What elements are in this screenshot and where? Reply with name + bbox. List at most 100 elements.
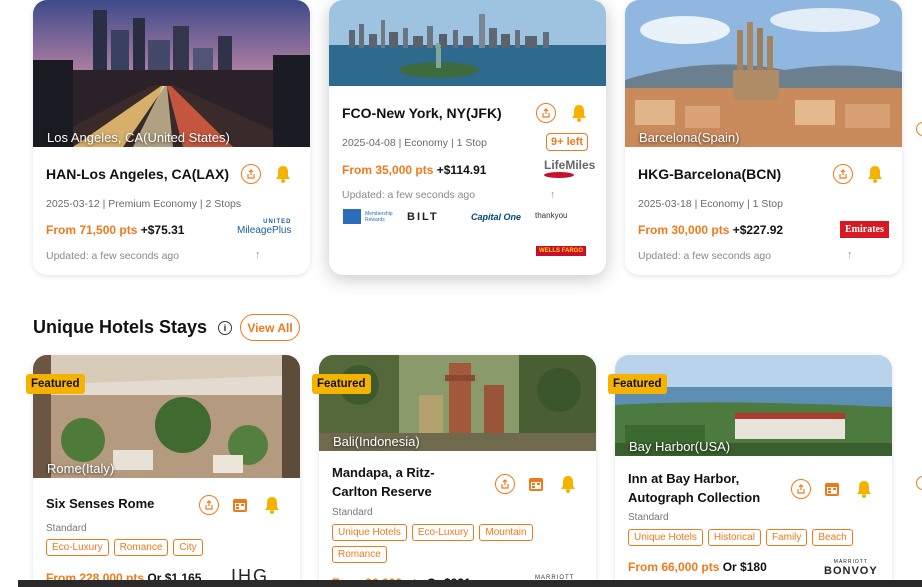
flight-card-new-york[interactable]: FCO-New York, NY(JFK) 2025-04-08 | Econo…	[329, 0, 606, 275]
view-all-button[interactable]: View All	[240, 314, 300, 341]
tag[interactable]: Eco-Luxury	[411, 524, 475, 541]
share-icon	[247, 169, 255, 179]
arrow-up-icon[interactable]: ↑	[550, 189, 556, 201]
share-icon	[205, 500, 213, 510]
citi-thankyou-logo: thankyou	[535, 211, 568, 220]
share-button[interactable]	[199, 495, 219, 515]
tag[interactable]: Beach	[812, 529, 853, 546]
seats-left-badge: 9+ left	[546, 133, 589, 151]
featured-badge: Featured	[26, 374, 85, 394]
bonvoy-logo-brand: BONVOY	[824, 565, 878, 577]
membership-rewards-logo: Membership Rewards	[365, 211, 393, 223]
updated-text: Updated: a few seconds ago	[46, 250, 180, 262]
info-icon[interactable]: i	[218, 321, 232, 335]
tag[interactable]: Eco-Luxury	[46, 539, 109, 556]
hotel-tags: Eco-Luxury Romance City	[46, 539, 286, 556]
hotel-price: From 66,000 pts Or $180	[628, 560, 767, 574]
bell-icon[interactable]	[865, 164, 885, 184]
flight-location-label: Barcelona(Spain)	[639, 130, 740, 145]
tag[interactable]: Mountain	[479, 524, 533, 541]
flight-meta: 2025-03-18 | Economy | 1 Stop	[638, 198, 783, 210]
emirates-logo: Emirates	[840, 221, 889, 238]
hotel-tier: Standard	[46, 523, 87, 534]
price-points: From 30,000 pts	[638, 223, 730, 237]
hotel-name: Six Senses Rome	[46, 496, 155, 511]
section-title: Unique Hotels Stays	[33, 317, 208, 337]
share-button[interactable]	[241, 164, 261, 184]
flight-location-label: Los Angeles, CA(United States)	[47, 130, 230, 145]
wells-fargo-logo: WELLS FARGO	[536, 246, 586, 256]
bell-icon[interactable]	[558, 474, 578, 494]
hotel-location-label: Bali(Indonesia)	[333, 434, 420, 449]
price-cash: +$114.91	[436, 163, 487, 177]
flight-route: HKG-Barcelona(BCN)	[638, 166, 782, 182]
updated-text: Updated: a few seconds ago	[342, 189, 476, 201]
price-points: From 71,500 pts	[46, 223, 138, 237]
share-button[interactable]	[495, 474, 515, 494]
flight-hero-image	[329, 0, 606, 86]
tag[interactable]: Romance	[113, 539, 169, 556]
flight-meta: 2025-03-12 | Premium Economy | 2 Stops	[46, 198, 242, 210]
flight-price: From 71,500 pts +$75.31	[46, 223, 184, 237]
calendar-icon[interactable]	[231, 496, 249, 514]
price-cash: +$75.31	[140, 223, 185, 237]
flight-price: From 30,000 pts +$227.92	[638, 223, 783, 237]
price-points: From 35,000 pts	[342, 163, 434, 177]
marriott-bonvoy-logo: MARRIOTT BONVOY	[824, 559, 878, 577]
arrow-up-icon[interactable]: ↑	[847, 249, 853, 261]
price-cash: Or $180	[722, 560, 767, 574]
share-icon	[542, 108, 550, 118]
hotel-hero-image: Bay Harbor(USA)	[615, 355, 892, 456]
flight-price: From 35,000 pts +$114.91	[342, 163, 486, 177]
featured-badge: Featured	[608, 374, 667, 394]
hotel-tags: Unique Hotels Historical Family Beach	[628, 529, 878, 546]
tag[interactable]: Unique Hotels	[332, 524, 407, 541]
tag[interactable]: Family	[765, 529, 808, 546]
tag[interactable]: City	[173, 539, 203, 556]
bell-icon[interactable]	[569, 103, 589, 123]
united-logo: UNITED MileagePlus	[237, 219, 291, 236]
lifemiles-logo: LifeMiles	[544, 158, 596, 172]
capital-one-logo: Capital One	[471, 212, 522, 222]
share-icon	[501, 479, 509, 489]
share-button[interactable]	[791, 479, 811, 499]
carousel-edge-indicator[interactable]	[916, 476, 922, 490]
calendar-icon[interactable]	[823, 480, 841, 498]
hotel-name: Mandapa, a Ritz-Carlton Reserve	[332, 465, 435, 499]
flight-route: FCO-New York, NY(JFK)	[342, 105, 502, 121]
flight-hero-image: Los Angeles, CA(United States)	[33, 0, 310, 147]
bell-icon[interactable]	[854, 479, 874, 499]
flight-meta: 2025-04-08 | Economy | 1 Stop	[342, 137, 487, 149]
featured-badge: Featured	[312, 374, 371, 394]
flight-hero-image: Barcelona(Spain)	[625, 0, 902, 147]
amex-logo	[343, 209, 361, 224]
share-button[interactable]	[536, 103, 556, 123]
hotel-tier: Standard	[628, 512, 669, 523]
arrow-up-icon[interactable]: ↑	[255, 249, 261, 261]
hotel-tier: Standard	[332, 507, 373, 518]
united-logo-program: MileagePlus	[237, 225, 292, 236]
hotel-tags: Unique Hotels Eco-Luxury Mountain Romanc…	[332, 524, 572, 563]
bottom-scrollbar[interactable]	[18, 580, 922, 587]
hotel-hero-image: Bali(Indonesia)	[319, 355, 596, 451]
bilt-logo: BILT	[407, 211, 439, 223]
updated-text: Updated: a few seconds ago	[638, 250, 772, 262]
bell-icon[interactable]	[262, 495, 282, 515]
hotel-name: Inn at Bay Harbor, Autograph Collection	[628, 471, 761, 505]
flight-card-barcelona[interactable]: Barcelona(Spain) HKG-Barcelona(BCN) 2025…	[625, 0, 902, 275]
bell-icon[interactable]	[273, 164, 293, 184]
lifemiles-swoosh	[544, 172, 574, 178]
tag[interactable]: Unique Hotels	[628, 529, 703, 546]
flight-route: HAN-Los Angeles, CA(LAX)	[46, 166, 230, 182]
price-cash: +$227.92	[732, 223, 784, 237]
hotel-location-label: Rome(Italy)	[47, 461, 115, 476]
calendar-icon[interactable]	[527, 475, 545, 493]
tag[interactable]: Romance	[332, 546, 387, 563]
share-icon	[839, 169, 847, 179]
share-icon	[797, 484, 805, 494]
hotel-location-label: Bay Harbor(USA)	[629, 439, 731, 454]
carousel-edge-indicator[interactable]	[916, 122, 922, 136]
flight-card-los-angeles[interactable]: Los Angeles, CA(United States) HAN-Los A…	[33, 0, 310, 275]
share-button[interactable]	[833, 164, 853, 184]
tag[interactable]: Historical	[707, 529, 761, 546]
